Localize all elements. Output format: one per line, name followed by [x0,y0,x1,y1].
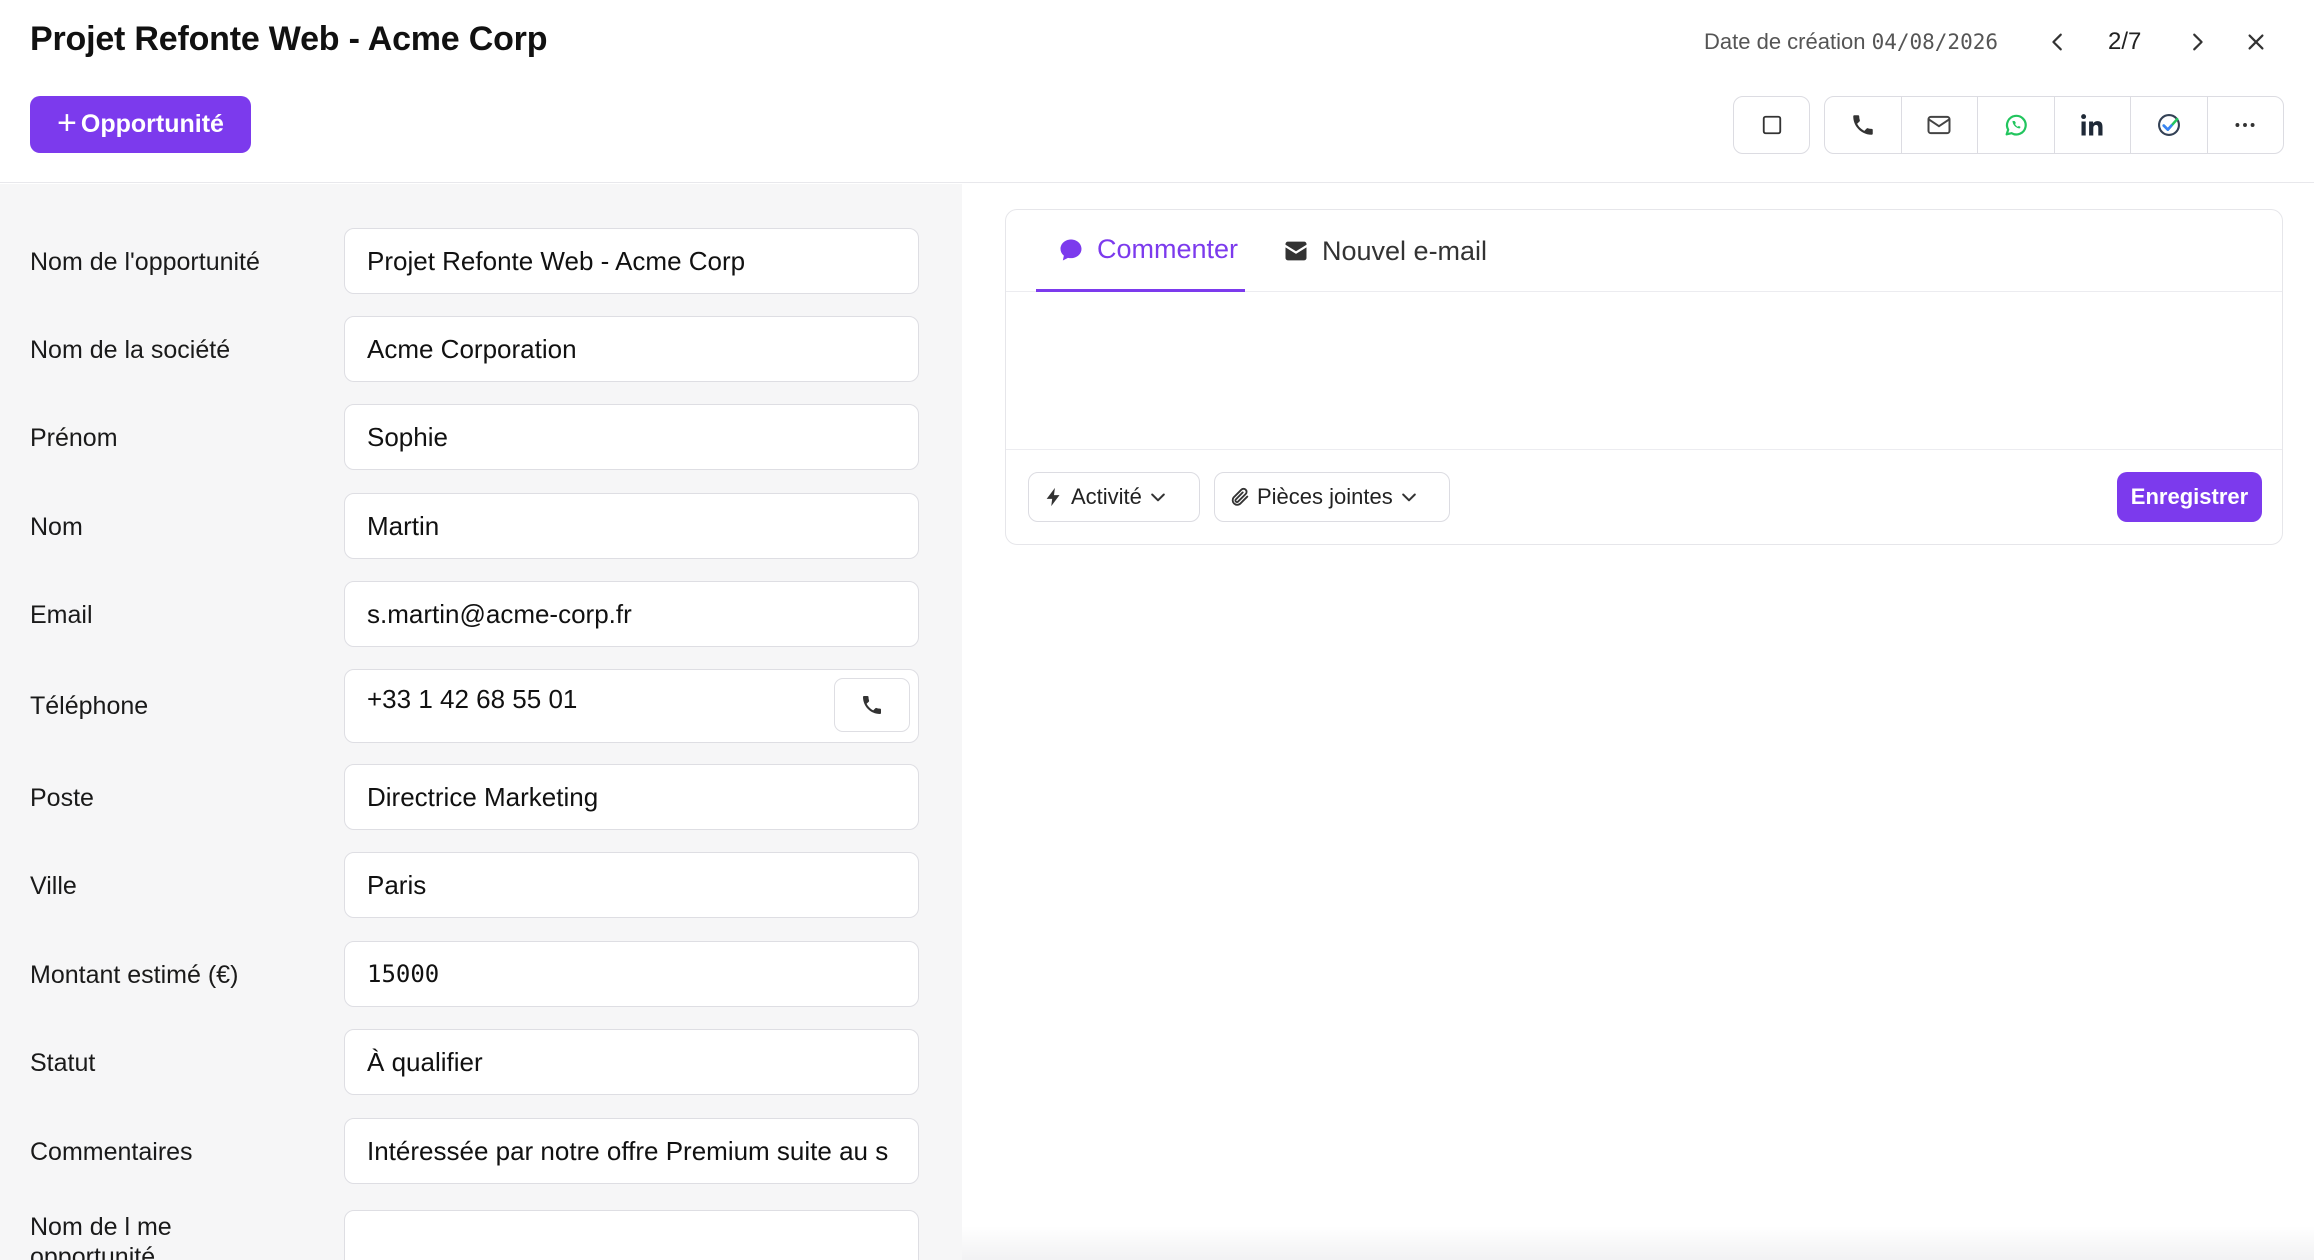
attachments-label: Pièces jointes [1257,484,1393,509]
field-label: Poste [30,784,94,812]
mail-icon [1927,115,1951,135]
field-label: Montant estimé (€) [30,961,239,989]
linkedin-icon [2081,114,2103,136]
paperclip-icon [1231,487,1249,506]
position-input[interactable]: Directrice Marketing [344,764,919,830]
phone-icon [863,696,881,714]
field-label: Commentaires [30,1138,193,1166]
activity-label: Activité [1071,484,1142,509]
opportunity-extra-input[interactable] [344,1210,919,1260]
bottom-shadow [962,1226,2314,1260]
activity-dropdown[interactable]: Activité [1028,472,1200,522]
opportunity-name-input[interactable]: Projet Refonte Web - Acme Corp [344,228,919,294]
save-button[interactable]: Enregistrer [2117,472,2262,522]
phone-field[interactable]: +33 1 42 68 55 01 [344,669,919,743]
call-phone-button[interactable] [834,678,910,732]
comments-input[interactable]: Intéressée par notre offre Premium suite… [344,1118,919,1184]
lightning-icon [1046,487,1060,507]
close-icon [2248,34,2264,50]
checkbox-icon [1762,115,1781,135]
contact-actions-toolbar [1824,96,2284,154]
field-label: Nom de l me opportunité [30,1213,172,1260]
field-label: Statut [30,1049,96,1077]
comment-editor[interactable] [1006,294,2282,450]
email-input[interactable]: s.martin@acme-corp.fr [344,581,919,647]
comment-bubble-icon [1060,239,1082,260]
envelope-icon [1285,241,1307,261]
call-button[interactable] [1825,97,1902,153]
city-input[interactable]: Paris [344,852,919,918]
phone-input-value: +33 1 42 68 55 01 [367,684,578,714]
plus-icon: + [57,104,77,142]
field-label: Prénom [30,424,118,452]
field-label: Ville [30,872,77,900]
last-name-input[interactable]: Martin [344,493,919,559]
whatsapp-button[interactable] [1978,97,2055,153]
creation-date: Date de création 04/08/2026 [1704,29,1998,55]
task-button[interactable] [2131,97,2208,153]
company-name-input[interactable]: Acme Corporation [344,316,919,382]
page-title: Projet Refonte Web - Acme Corp [30,20,548,58]
email-button[interactable] [1902,97,1978,153]
creation-date-value: 04/08/2026 [1871,30,1998,54]
composer-tabs: Commenter Nouvel e-mail [1006,210,2282,292]
estimated-amount-input[interactable]: 15000 [344,941,919,1007]
field-label: Nom de l'opportunité [30,248,260,276]
tab-comment-label: Commenter [1097,234,1239,264]
next-record-button[interactable] [2177,22,2217,62]
more-actions-button[interactable] [2208,97,2284,153]
check-circle-icon [2157,114,2180,136]
field-label: Nom [30,513,83,541]
tab-new-email-label: Nouvel e-mail [1322,235,1488,266]
chevron-left-icon [2052,33,2062,51]
first-name-input[interactable]: Sophie [344,404,919,470]
tab-comment[interactable]: Commenter [1036,210,1245,292]
add-opportunity-label: Opportunité [80,110,224,138]
tab-new-email[interactable]: Nouvel e-mail [1282,210,1487,292]
status-input[interactable]: À qualifier [344,1029,919,1095]
select-checkbox-button[interactable] [1733,96,1810,154]
more-icon [2235,123,2255,127]
field-label: Téléphone [30,692,149,720]
attachments-dropdown[interactable]: Pièces jointes [1214,472,1450,522]
field-label: Email [30,601,93,629]
header: Projet Refonte Web - Acme Corp + Opportu… [0,0,2314,183]
comment-composer: Commenter Nouvel e-mail Activité Pièces … [1005,209,2283,545]
whatsapp-icon [2005,114,2027,136]
creation-date-label: Date de création [1704,29,1866,54]
previous-record-button[interactable] [2038,22,2078,62]
linkedin-button[interactable] [2055,97,2131,153]
opportunity-form: Nom de l'opportunité Projet Refonte Web … [0,184,962,1260]
chevron-down-icon [1151,493,1165,502]
field-label: Nom de la société [30,336,231,364]
chevron-right-icon [2193,33,2203,51]
phone-icon [1853,115,1873,135]
chevron-down-icon [1401,493,1416,502]
add-opportunity-button[interactable]: + Opportunité [30,96,251,153]
record-pager: 2/7 [2108,28,2142,55]
close-button[interactable] [2236,22,2276,62]
